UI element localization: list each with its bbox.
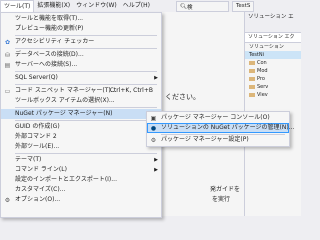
solution-name: TestS	[232, 1, 255, 12]
menu-item-code-snippets[interactable]: ▭ コード スニペット マネージャー(T)... Ctrl+K, Ctrl+B	[1, 86, 161, 96]
menu-window[interactable]: ウィンドウ(W)	[73, 0, 120, 12]
menu-item-import-export-settings[interactable]: 設定のインポートとエクスポート(I)...	[1, 175, 161, 185]
nuget-submenu: ▣ パッケージ マネージャー コンソール(O) ● ソリューションの NuGet…	[146, 111, 294, 147]
server-connect-icon: ▤	[4, 62, 11, 69]
shortcut-text: Ctrl+K, Ctrl+B	[109, 87, 153, 94]
menu-item-customize[interactable]: カスタマイズ(C)...	[1, 185, 161, 195]
submenu-arrow-icon: ▶	[154, 167, 158, 173]
menu-item-command-line[interactable]: コマンド ライン(L) ▶	[1, 165, 161, 175]
solution-explorer-toolbar[interactable]	[245, 22, 301, 33]
tree-item[interactable]: Serv	[245, 83, 301, 91]
menu-bar: ツール(T) 拡張機能(X) ウィンドウ(W) ヘルプ(H)	[0, 0, 300, 12]
menu-item-nuget-package-manager[interactable]: NuGet パッケージ マネージャー(N) ▶	[1, 109, 161, 119]
menu-item-create-guid[interactable]: GUID の作成(G)	[1, 122, 161, 132]
folder-icon	[249, 92, 255, 97]
gear-icon: ⚙	[4, 197, 11, 204]
submenu-item-package-manager-console[interactable]: ▣ パッケージ マネージャー コンソール(O)	[147, 113, 289, 123]
menu-item-sql-server[interactable]: SQL Server(Q) ▶	[1, 73, 161, 83]
folder-icon	[249, 84, 255, 89]
submenu-arrow-icon: ▶	[154, 75, 158, 81]
folder-icon	[249, 76, 255, 81]
tree-item[interactable]: TestNi	[245, 51, 301, 59]
folder-icon	[249, 68, 255, 73]
nuget-icon: ●	[150, 125, 157, 132]
background-text: を実行	[212, 196, 231, 203]
search-icon: 🔍︎	[180, 3, 187, 10]
folder-icon	[249, 60, 255, 65]
gear-icon: ⚙	[150, 137, 157, 144]
submenu-item-manage-nuget-packages[interactable]: ● ソリューションの NuGet パッケージの管理(N)...	[147, 123, 294, 133]
solution-explorer-title: ソリューション エ	[245, 12, 301, 22]
search-input[interactable]: 🔍︎ 検	[176, 1, 229, 12]
menu-item-accessibility[interactable]: ✿ アクセシビリティ チェッカー	[1, 37, 161, 47]
menu-item-theme[interactable]: テーマ(T) ▶	[1, 155, 161, 165]
menu-item-external-tools[interactable]: 外部ツール(E)...	[1, 142, 161, 152]
submenu-item-package-manager-settings[interactable]: ⚙ パッケージ マネージャー設定(P)	[147, 135, 289, 145]
menu-help[interactable]: ヘルプ(H)	[120, 0, 153, 12]
menu-item-options[interactable]: ⚙ オプション(O)...	[1, 195, 161, 205]
solution-explorer-search[interactable]: ソリューション エク	[245, 33, 301, 43]
database-connect-icon: ⛁	[4, 52, 11, 59]
tree-item[interactable]: Pro	[245, 75, 301, 83]
tree-item[interactable]: ソリューション	[245, 43, 301, 51]
menu-item-external-command-2[interactable]: 外部コマンド 2	[1, 132, 161, 142]
background-text: 発ガイドを	[210, 186, 241, 193]
snippet-icon: ▭	[4, 88, 11, 95]
menu-item-toolbox-items[interactable]: ツールボックス アイテムの選択(X)...	[1, 96, 161, 106]
console-icon: ▣	[150, 115, 157, 122]
submenu-arrow-icon: ▶	[154, 157, 158, 163]
tools-menu: ツールと機能を取得(T)... プレビュー機能の更新(P) ✿ アクセシビリティ…	[0, 12, 162, 218]
menu-item-preview-features[interactable]: プレビュー機能の更新(P)	[1, 24, 161, 34]
tree-item[interactable]: Viev	[245, 91, 301, 99]
accessibility-icon: ✿	[4, 39, 11, 46]
tree-item[interactable]: Con	[245, 59, 301, 67]
tree-item[interactable]: Mod	[245, 67, 301, 75]
menu-tools[interactable]: ツール(T)	[0, 0, 35, 12]
menu-item-connect-server[interactable]: ▤ サーバーへの接続(S)...	[1, 60, 161, 70]
menu-item-connect-database[interactable]: ⛁ データベースの接続(D)...	[1, 50, 161, 60]
background-text: ください。	[165, 93, 200, 101]
menu-item-get-tools[interactable]: ツールと機能を取得(T)...	[1, 14, 161, 24]
menu-extensions[interactable]: 拡張機能(X)	[34, 0, 73, 12]
